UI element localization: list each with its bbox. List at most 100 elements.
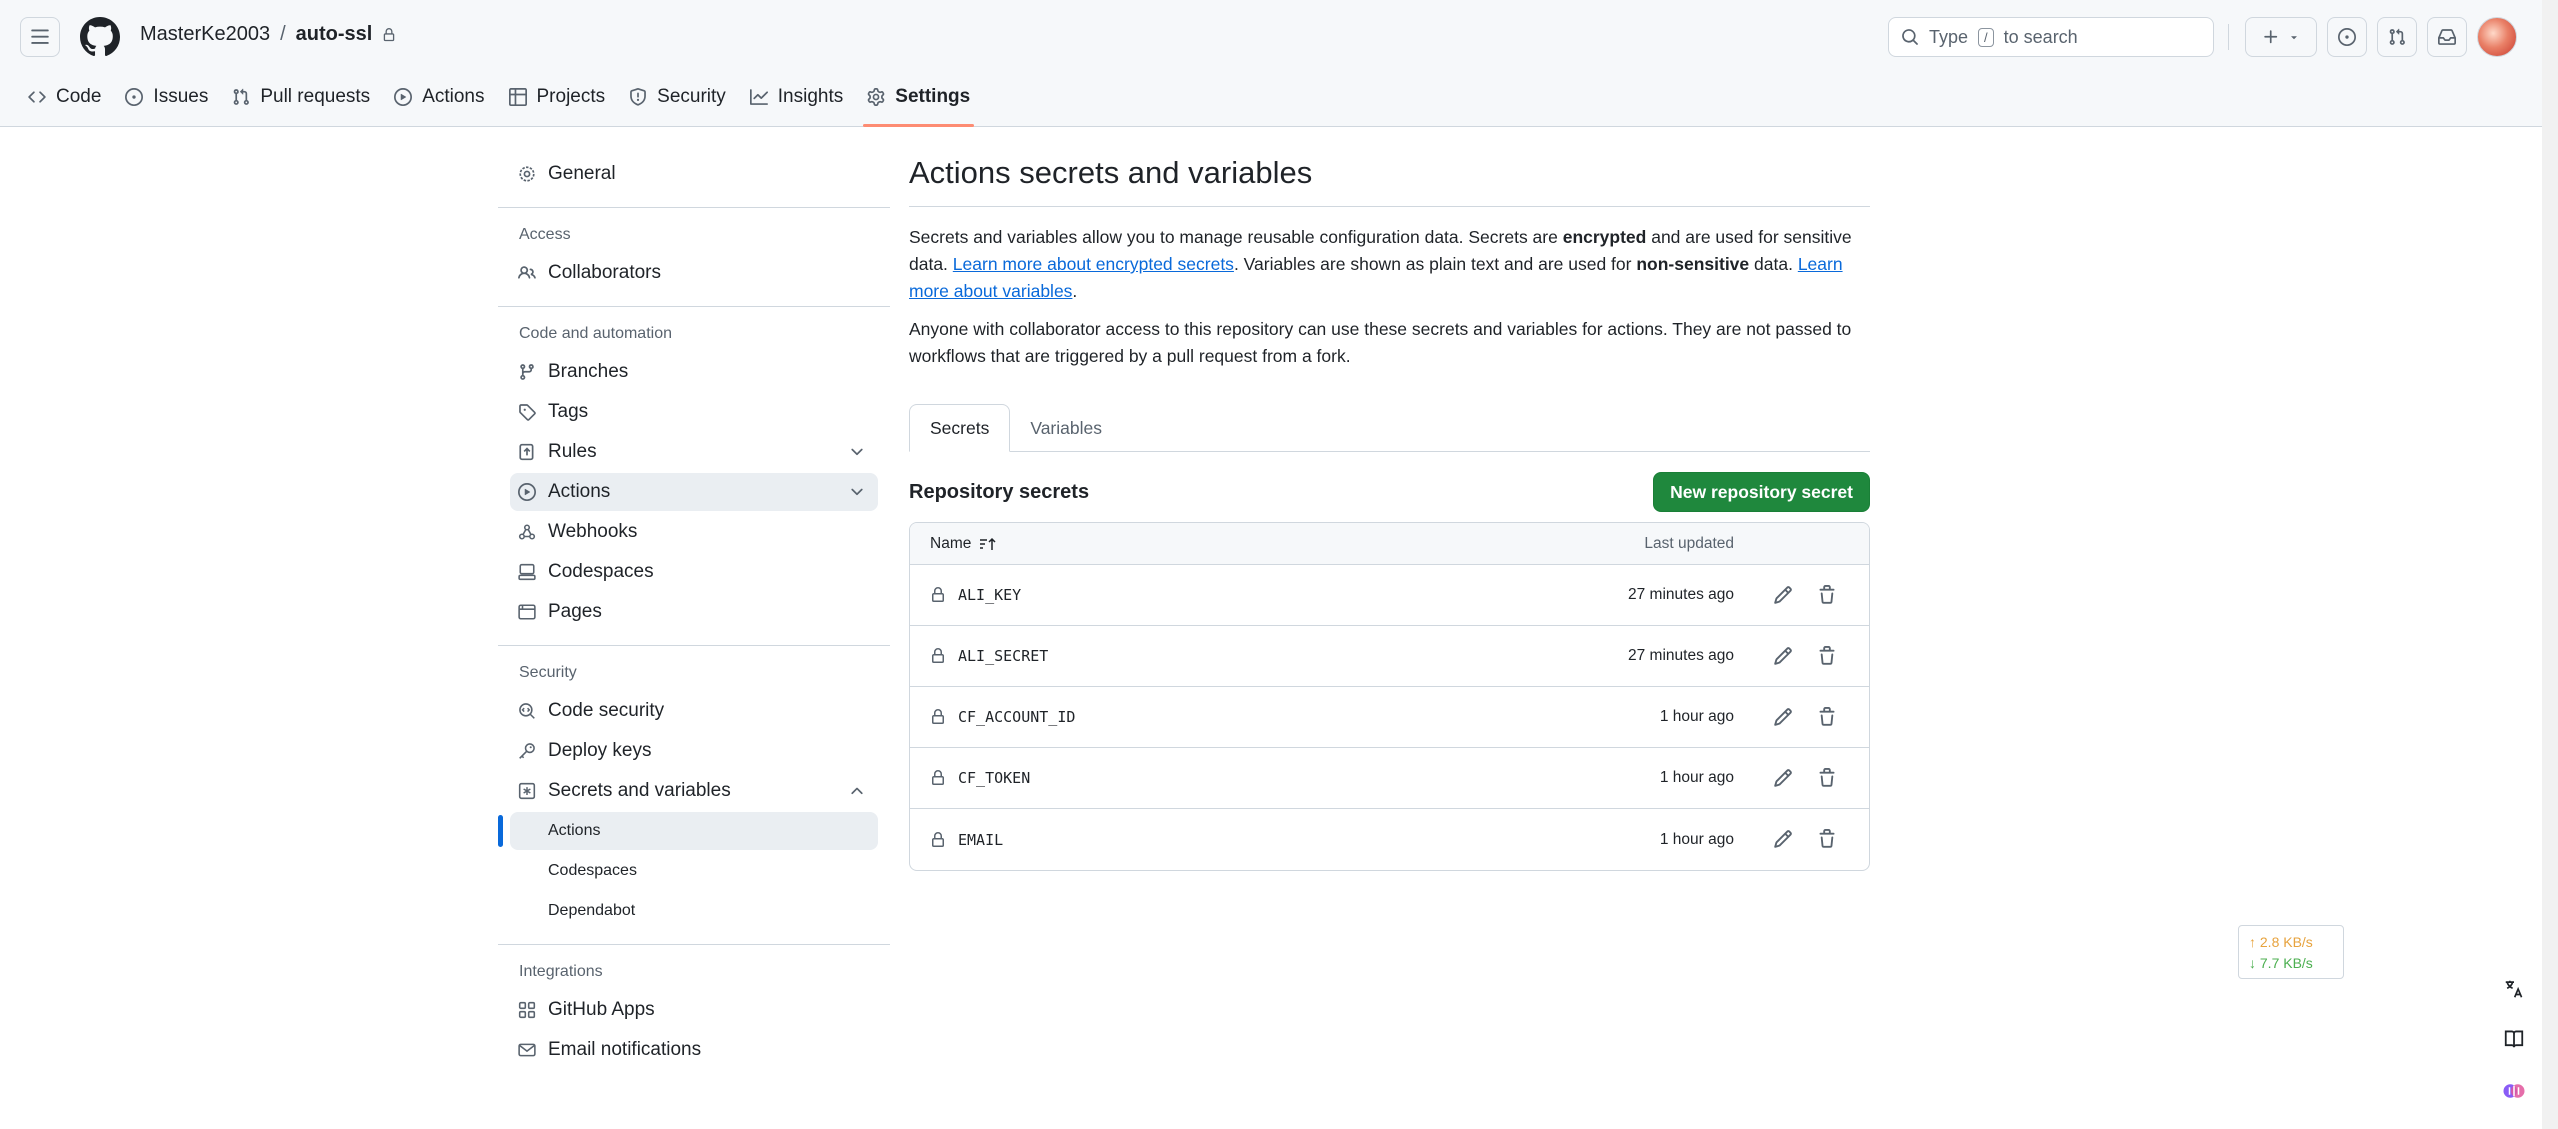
pencil-icon[interactable] bbox=[1773, 646, 1793, 666]
pencil-icon[interactable] bbox=[1773, 707, 1793, 727]
pull-requests-button[interactable] bbox=[2377, 17, 2417, 57]
sidebar-item-general[interactable]: General bbox=[510, 155, 878, 193]
sidebar-heading-access: Access bbox=[519, 226, 571, 243]
sidebar-subitem-dependabot[interactable]: Dependabot bbox=[510, 892, 878, 930]
trash-icon[interactable] bbox=[1817, 829, 1837, 849]
repository-secrets-header: Repository secrets New repository secret bbox=[909, 471, 1870, 513]
main-content: Actions secrets and variables Secrets an… bbox=[909, 155, 1870, 871]
desc-text: . bbox=[1072, 281, 1078, 301]
sidebar-item-label: Actions bbox=[548, 481, 611, 502]
sidebar-subitem-codespaces[interactable]: Codespaces bbox=[510, 852, 878, 890]
page-description: Secrets and variables allow you to manag… bbox=[909, 224, 1870, 305]
sidebar-item-email-notifications[interactable]: Email notifications bbox=[510, 1031, 878, 1069]
sidebar-item-label: Pages bbox=[548, 601, 602, 622]
new-repository-secret-button[interactable]: New repository secret bbox=[1653, 472, 1870, 512]
sidebar-item-actions[interactable]: Actions bbox=[510, 473, 878, 511]
play-icon bbox=[394, 88, 413, 106]
sidebar-item-collaborators[interactable]: Collaborators bbox=[510, 254, 878, 292]
sidebar-item-codespaces[interactable]: Codespaces bbox=[510, 553, 878, 591]
sidebar-item-rules[interactable]: Rules bbox=[510, 433, 878, 471]
owner-link[interactable]: MasterKe2003 bbox=[140, 23, 270, 46]
tab-insights-label: Insights bbox=[777, 86, 844, 107]
tab-projects-label: Projects bbox=[536, 86, 606, 107]
pull-request-icon bbox=[234, 88, 250, 105]
sort-by-name-button[interactable]: Name bbox=[930, 535, 997, 553]
mail-icon bbox=[518, 1043, 536, 1057]
tab-security[interactable]: Security bbox=[617, 78, 738, 116]
chevron-down-icon[interactable] bbox=[848, 483, 866, 501]
gear-icon bbox=[867, 88, 885, 106]
inbox-button[interactable] bbox=[2427, 17, 2467, 57]
github-logo-icon[interactable] bbox=[80, 17, 120, 57]
breadcrumb: MasterKe2003 / auto-ssl bbox=[140, 23, 396, 46]
issues-button[interactable] bbox=[2327, 17, 2367, 57]
tab-secrets[interactable]: Secrets bbox=[909, 404, 1011, 452]
table-row: ALI_SECRET 27 minutes ago bbox=[910, 626, 1869, 687]
sidebar-item-webhooks[interactable]: Webhooks bbox=[510, 513, 878, 551]
secret-updated: 27 minutes ago bbox=[1628, 586, 1734, 603]
sidebar-item-label: GitHub Apps bbox=[548, 999, 655, 1020]
sidebar-heading-integrations: Integrations bbox=[519, 963, 603, 980]
chevron-up-icon[interactable] bbox=[848, 782, 866, 800]
search-input[interactable]: Type / to search bbox=[1888, 17, 2214, 57]
secret-updated: 27 minutes ago bbox=[1628, 647, 1734, 664]
tab-code[interactable]: Code bbox=[16, 78, 113, 116]
sort-asc-icon bbox=[980, 537, 996, 550]
tab-insights[interactable]: Insights bbox=[738, 78, 855, 116]
secret-updated: 1 hour ago bbox=[1659, 830, 1734, 848]
tab-variables[interactable]: Variables bbox=[1010, 404, 1122, 452]
tab-pull-requests[interactable]: Pull requests bbox=[220, 78, 382, 116]
book-icon[interactable] bbox=[2500, 1025, 2528, 1053]
sidebar-item-branches[interactable]: Branches bbox=[510, 353, 878, 391]
user-avatar[interactable] bbox=[2477, 17, 2517, 57]
chevron-down-icon[interactable] bbox=[848, 443, 866, 461]
secret-name: ALI_KEY bbox=[958, 586, 1022, 604]
tab-issues[interactable]: Issues bbox=[113, 78, 220, 116]
learn-more-secrets-link[interactable]: Learn more about encrypted secrets bbox=[953, 254, 1234, 274]
sidebar-item-github-apps[interactable]: GitHub Apps bbox=[510, 991, 878, 1029]
secret-name: CF_TOKEN bbox=[958, 769, 1031, 787]
secret-name: ALI_SECRET bbox=[958, 647, 1049, 665]
ai-assistant-icon[interactable] bbox=[2500, 1077, 2528, 1105]
secret-name: EMAIL bbox=[958, 830, 1004, 849]
sidebar-item-deploy-keys[interactable]: Deploy keys bbox=[510, 732, 878, 770]
codescan-icon bbox=[519, 703, 535, 719]
sidebar-subitem-label: Dependabot bbox=[548, 902, 636, 919]
trash-icon[interactable] bbox=[1817, 646, 1837, 666]
pencil-icon[interactable] bbox=[1773, 829, 1793, 849]
table-row: CF_ACCOUNT_ID 1 hour ago bbox=[910, 687, 1869, 748]
git-pull-request-icon bbox=[2389, 28, 2405, 45]
translate-icon[interactable] bbox=[2500, 975, 2528, 1003]
tab-projects[interactable]: Projects bbox=[497, 78, 618, 116]
menu-button[interactable] bbox=[20, 17, 60, 57]
sidebar-item-code-security[interactable]: Code security bbox=[510, 692, 878, 730]
app-header: MasterKe2003 / auto-ssl Type / to search… bbox=[0, 0, 2542, 127]
sidebar-item-secrets-variables[interactable]: Secrets and variables bbox=[510, 772, 878, 810]
desc-text: data. bbox=[1749, 254, 1798, 274]
table-header: Name Last updated bbox=[910, 523, 1869, 565]
breadcrumb-separator: / bbox=[280, 23, 286, 45]
trash-icon[interactable] bbox=[1817, 768, 1837, 788]
tab-actions-label: Actions bbox=[422, 86, 485, 107]
key-asterisk-icon bbox=[518, 782, 536, 800]
trash-icon[interactable] bbox=[1817, 585, 1837, 605]
sidebar-subitem-actions[interactable]: Actions bbox=[498, 812, 878, 850]
sidebar-item-label: Collaborators bbox=[548, 262, 661, 283]
page-scrollbar[interactable] bbox=[2542, 0, 2558, 1129]
tab-actions[interactable]: Actions bbox=[382, 78, 496, 116]
sidebar-subitem-label: Codespaces bbox=[548, 862, 637, 879]
pencil-icon[interactable] bbox=[1773, 585, 1793, 605]
trash-icon[interactable] bbox=[1817, 707, 1837, 727]
lock-icon bbox=[384, 27, 395, 41]
tab-security-label: Security bbox=[657, 86, 726, 107]
sidebar-divider bbox=[498, 306, 890, 307]
sidebar-item-tags[interactable]: Tags bbox=[510, 393, 878, 431]
tab-settings[interactable]: Settings bbox=[855, 78, 982, 127]
pencil-icon[interactable] bbox=[1773, 768, 1793, 788]
tag-icon bbox=[519, 404, 536, 421]
sidebar-item-pages[interactable]: Pages bbox=[510, 593, 878, 631]
repo-link[interactable]: auto-ssl bbox=[296, 23, 373, 46]
create-new-button[interactable] bbox=[2245, 17, 2317, 57]
sidebar-item-label: Rules bbox=[548, 441, 597, 462]
sidebar-divider bbox=[498, 207, 890, 208]
